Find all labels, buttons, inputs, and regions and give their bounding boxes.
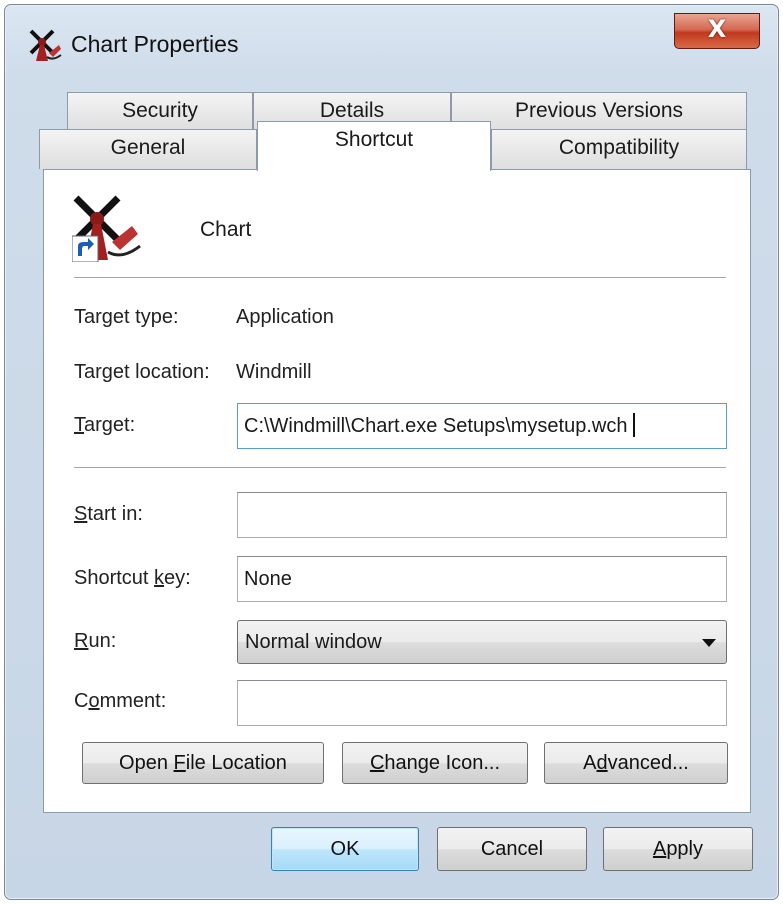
title-bar[interactable]: Chart Properties X — [5, 5, 778, 81]
button-mnemonic: C — [369, 752, 385, 774]
run-dropdown[interactable]: Normal window — [237, 620, 727, 664]
close-icon: X — [707, 15, 727, 43]
run-label: Run: — [74, 630, 116, 653]
tab-label: General — [110, 136, 186, 159]
text-caret — [633, 413, 636, 437]
target-label-rest: arget: — [84, 414, 136, 436]
target-value: C:\Windmill\Chart.exe Setups\mysetup.wch — [244, 415, 628, 437]
shortcut-tab-panel: Chart Target type: Application Target lo… — [43, 169, 751, 813]
shortcut-key-label-pre: Shortcut — [74, 567, 155, 589]
button-label-post: hange Icon... — [384, 752, 501, 774]
tab-security[interactable]: Security — [67, 92, 253, 132]
shortcut-key-field[interactable]: None — [237, 556, 727, 602]
button-mnemonic: F — [173, 752, 186, 774]
comment-label-pre: C — [74, 690, 89, 712]
run-value: Normal window — [245, 631, 382, 653]
windmill-icon — [29, 29, 62, 61]
run-mnemonic: R — [74, 630, 89, 652]
target-location-value: Windmill — [236, 361, 312, 383]
tab-shortcut[interactable]: Shortcut — [257, 121, 491, 171]
close-button[interactable]: X — [674, 13, 760, 49]
tab-label: Details — [319, 99, 385, 122]
change-icon-button[interactable]: Change Icon... — [342, 742, 528, 784]
button-mnemonic: A — [652, 838, 667, 860]
comment-mnemonic: o — [88, 690, 100, 712]
separator — [74, 277, 726, 279]
button-label-post: pply — [666, 838, 704, 860]
target-field[interactable]: C:\Windmill\Chart.exe Setups\mysetup.wch — [237, 403, 727, 449]
separator — [74, 467, 726, 469]
chevron-down-icon — [702, 639, 716, 647]
shortcut-key-label: Shortcut key: — [74, 567, 191, 590]
comment-label-post: mment: — [99, 690, 167, 712]
open-file-location-button[interactable]: Open File Location — [82, 742, 324, 784]
target-location-label: Target location: — [74, 361, 210, 383]
properties-dialog: Chart Properties X Security Details Prev… — [4, 4, 779, 900]
window-title: Chart Properties — [71, 31, 239, 57]
comment-label: Comment: — [74, 690, 166, 713]
button-label-post: vanced... — [607, 752, 689, 774]
button-label-pre: Open — [119, 752, 174, 774]
windmill-shortcut-icon — [72, 195, 141, 262]
tab-label: Previous Versions — [514, 99, 684, 122]
start-in-label-rest: tart in: — [87, 503, 143, 525]
target-label: Target: — [74, 414, 135, 437]
start-in-mnemonic: S — [74, 503, 88, 525]
ok-button[interactable]: OK — [271, 827, 419, 871]
apply-button[interactable]: Apply — [603, 827, 753, 871]
target-type-label: Target type: — [74, 306, 179, 328]
button-mnemonic: d — [596, 752, 608, 774]
shortcut-key-label-post: ey: — [164, 567, 191, 589]
advanced-button[interactable]: Advanced... — [544, 742, 728, 784]
button-label-pre: A — [583, 752, 597, 774]
shortcut-key-mnemonic: k — [154, 567, 165, 589]
cancel-button[interactable]: Cancel — [437, 827, 587, 871]
tab-label: Shortcut — [334, 128, 414, 151]
tab-previous-versions[interactable]: Previous Versions — [451, 92, 747, 132]
tab-label: Security — [122, 99, 198, 122]
start-in-field[interactable] — [237, 492, 727, 538]
tab-general[interactable]: General — [39, 129, 257, 169]
target-mnemonic: T — [74, 414, 84, 436]
start-in-label: Start in: — [74, 503, 143, 526]
comment-field[interactable] — [237, 680, 727, 726]
run-label-rest: un: — [88, 630, 117, 652]
tab-compatibility[interactable]: Compatibility — [491, 129, 747, 169]
tab-label: Compatibility — [558, 136, 680, 159]
shortcut-name: Chart — [200, 218, 252, 241]
target-type-value: Application — [236, 306, 334, 328]
button-label-post: ile Location — [185, 752, 287, 774]
